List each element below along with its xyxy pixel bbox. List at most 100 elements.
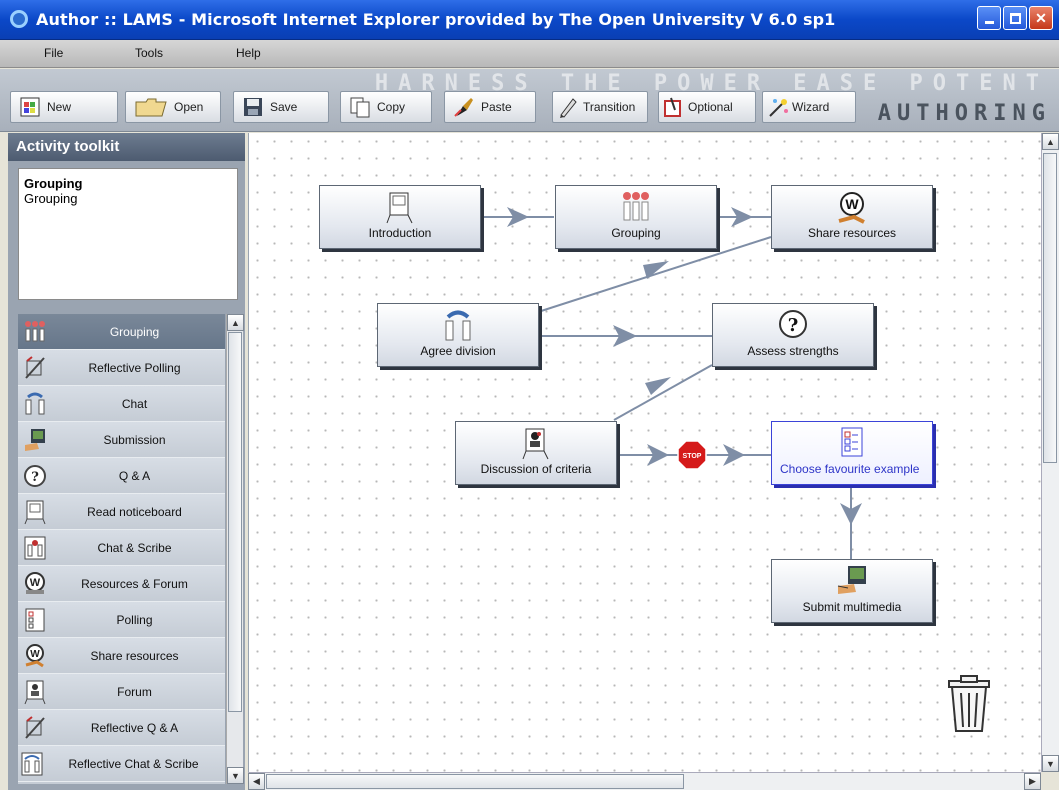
tool-label: Read noticeboard — [87, 504, 182, 519]
transition-button[interactable]: Transition — [552, 91, 648, 123]
toolbar-watermark-bottom: AUTHORING — [877, 101, 1051, 126]
open-button[interactable]: Open — [125, 91, 221, 123]
paste-button[interactable]: Paste — [444, 91, 536, 123]
transition-button-label: Transition — [583, 100, 636, 114]
scroll-up-arrow-icon[interactable]: ▲ — [1042, 133, 1059, 150]
tool-info-description: Grouping — [24, 191, 78, 206]
tool-item-read-noticeboard[interactable]: Read noticeboard — [18, 494, 225, 530]
open-button-label: Open — [174, 100, 204, 114]
activity-node-choose-favourite-example[interactable]: Choose favourite example — [771, 421, 933, 485]
question-mark-icon: ? — [18, 459, 52, 493]
activity-node-agree-division[interactable]: Agree division — [377, 303, 539, 367]
maximize-button[interactable] — [1003, 6, 1027, 30]
design-canvas[interactable]: Introduction Grouping W Share resources … — [248, 133, 1041, 772]
share-resources-icon: W — [836, 190, 868, 224]
menu-tools[interactable]: Tools — [135, 46, 163, 60]
tool-label: Reflective Q & A — [90, 720, 179, 735]
polling-icon — [18, 603, 52, 637]
wizard-wand-icon — [767, 96, 789, 118]
copy-icon — [349, 96, 371, 118]
tool-list-scroll-thumb[interactable] — [228, 332, 242, 712]
chat-scribe-icon — [18, 531, 52, 565]
optional-button[interactable]: Optional — [658, 91, 756, 123]
noticeboard-icon — [18, 495, 52, 529]
save-button[interactable]: Save — [233, 91, 329, 123]
save-button-label: Save — [270, 100, 298, 114]
tool-item-resources-forum[interactable]: W Resources & Forum — [18, 566, 225, 602]
svg-text:?: ? — [31, 470, 39, 485]
forum-icon — [520, 426, 552, 460]
tool-item-chat[interactable]: Chat — [18, 386, 225, 422]
activity-label: Submit multimedia — [802, 600, 902, 614]
activity-label: Grouping — [611, 226, 661, 240]
activity-node-discussion-of-criteria[interactable]: Discussion of criteria — [455, 421, 617, 485]
wizard-button-label: Wizard — [792, 100, 830, 114]
grouping-icon — [18, 315, 52, 349]
menu-bar: File Tools Help — [0, 40, 1059, 68]
pen-icon — [557, 96, 579, 118]
noticeboard-icon — [384, 190, 416, 224]
tool-info-box: Grouping Grouping — [18, 168, 238, 300]
tool-item-share-resources[interactable]: W Share resources — [18, 638, 225, 674]
submission-icon — [18, 423, 52, 457]
tool-label: Submission — [103, 432, 166, 447]
canvas-horizontal-scroll-thumb[interactable] — [266, 774, 684, 789]
canvas-vertical-scrollbar[interactable]: ▲ ▼ — [1041, 133, 1059, 772]
tool-item-reflective-qa[interactable]: Reflective Q & A — [18, 710, 225, 746]
reflective-qa-icon — [18, 711, 52, 745]
tool-label: Resources & Forum — [81, 576, 188, 591]
svg-text:W: W — [30, 577, 41, 589]
window-title-bar: Author :: LAMS - Microsoft Internet Expl… — [0, 0, 1059, 40]
scroll-down-arrow-icon[interactable]: ▼ — [227, 767, 244, 784]
copy-button[interactable]: Copy — [340, 91, 432, 123]
tool-label: Chat & Scribe — [97, 540, 172, 555]
tool-list-scrollbar[interactable]: ▲ ▼ — [226, 314, 244, 784]
activity-node-assess-strengths[interactable]: ? Assess strengths — [712, 303, 874, 367]
folder-icon — [134, 96, 168, 118]
tool-item-forum[interactable]: Forum — [18, 674, 225, 710]
tool-item-submission[interactable]: Submission — [18, 422, 225, 458]
trash-can-icon[interactable] — [945, 675, 993, 733]
tool-label: Forum — [117, 684, 152, 699]
minimize-button[interactable] — [977, 6, 1001, 30]
close-button[interactable]: ✕ — [1029, 6, 1053, 30]
stop-gate-icon[interactable]: STOP — [677, 440, 707, 470]
scroll-left-arrow-icon[interactable]: ◀ — [248, 773, 265, 790]
activity-node-submit-multimedia[interactable]: Submit multimedia — [771, 559, 933, 623]
wizard-button[interactable]: Wizard — [762, 91, 856, 123]
new-button[interactable]: New — [10, 91, 118, 123]
maximize-icon — [1009, 12, 1021, 24]
internet-explorer-icon — [10, 9, 30, 30]
stop-label: STOP — [683, 453, 702, 460]
tool-item-reflective-polling[interactable]: Reflective Polling — [18, 350, 225, 386]
activity-label: Agree division — [420, 344, 496, 358]
copy-button-label: Copy — [377, 100, 406, 114]
tool-list: Grouping Reflective Polling Chat Submiss… — [18, 314, 225, 784]
polling-icon — [836, 426, 868, 460]
reflective-chat-scribe-icon — [18, 747, 46, 781]
grouping-icon — [620, 190, 652, 224]
brush-icon — [453, 96, 475, 118]
toolbar: HARNESS THE POWER EASE POTENT AUTHORING … — [0, 69, 1059, 132]
floppy-disk-icon — [242, 96, 264, 118]
window-title: Author :: LAMS - Microsoft Internet Expl… — [36, 10, 836, 29]
tool-item-grouping[interactable]: Grouping — [18, 314, 225, 350]
paste-button-label: Paste — [481, 100, 512, 114]
scroll-up-arrow-icon[interactable]: ▲ — [227, 314, 244, 331]
scroll-down-arrow-icon[interactable]: ▼ — [1042, 755, 1059, 772]
activity-node-introduction[interactable]: Introduction — [319, 185, 481, 249]
menu-help[interactable]: Help — [236, 46, 261, 60]
activity-node-grouping[interactable]: Grouping — [555, 185, 717, 249]
menu-file[interactable]: File — [44, 46, 63, 60]
tool-item-qa[interactable]: ? Q & A — [18, 458, 225, 494]
tool-label: Polling — [116, 612, 153, 627]
activity-node-share-resources[interactable]: W Share resources — [771, 185, 933, 249]
forum-icon — [18, 675, 52, 709]
canvas-vertical-scroll-thumb[interactable] — [1043, 153, 1057, 463]
canvas-horizontal-scrollbar[interactable]: ◀ ▶ — [248, 772, 1041, 790]
scroll-right-arrow-icon[interactable]: ▶ — [1024, 773, 1041, 790]
tool-item-reflective-chat-scribe[interactable]: Reflective Chat & Scribe — [18, 746, 225, 782]
tool-item-chat-scribe[interactable]: Chat & Scribe — [18, 530, 225, 566]
close-icon: ✕ — [1035, 9, 1047, 26]
tool-item-polling[interactable]: Polling — [18, 602, 225, 638]
